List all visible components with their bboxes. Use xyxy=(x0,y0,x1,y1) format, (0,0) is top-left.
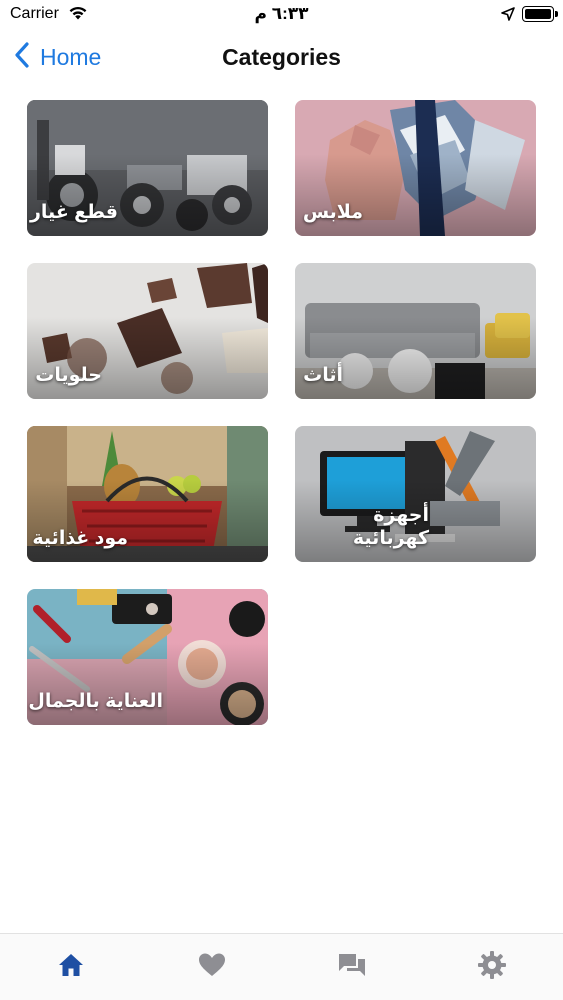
categories-screen: Carrier ٦:٣٣ م Home Categories ملابس قطع… xyxy=(0,0,563,1000)
tab-home[interactable] xyxy=(53,952,89,982)
category-label: أجهزة كهربائية xyxy=(352,505,429,549)
category-label: أثاث xyxy=(303,365,343,386)
navigation-bar: Home Categories xyxy=(0,30,563,86)
category-card-electronics[interactable]: أجهزة كهربائية xyxy=(295,426,536,562)
heart-icon xyxy=(198,952,226,983)
category-label: ملابس xyxy=(302,202,363,223)
category-label: قطع غيار xyxy=(29,202,118,223)
chat-icon xyxy=(337,952,367,983)
status-bar: Carrier ٦:٣٣ م xyxy=(0,0,563,30)
category-card-clothes[interactable]: ملابس xyxy=(295,100,536,236)
tab-settings[interactable] xyxy=(474,950,510,985)
category-label: حلويات xyxy=(35,365,102,386)
category-card-spare-parts[interactable]: قطع غيار xyxy=(27,100,268,236)
category-card-beauty[interactable]: العناية بالجمال xyxy=(27,589,268,725)
tab-favorites[interactable] xyxy=(194,952,230,982)
gear-icon xyxy=(477,950,507,985)
tab-messages[interactable] xyxy=(334,952,370,982)
tab-bar xyxy=(0,933,563,1000)
page-title: Categories xyxy=(222,44,341,70)
category-card-furniture[interactable]: أثاث xyxy=(295,263,536,399)
location-arrow-icon xyxy=(501,7,515,26)
status-time: ٦:٣٣ م xyxy=(254,4,309,23)
battery-icon xyxy=(522,6,558,22)
category-card-food[interactable]: مود غذائية xyxy=(27,426,268,562)
category-label: مود غذائية xyxy=(32,528,128,549)
category-card-sweets[interactable]: حلويات xyxy=(27,263,268,399)
home-icon xyxy=(57,952,85,983)
category-label: العناية بالجمال xyxy=(28,691,163,712)
